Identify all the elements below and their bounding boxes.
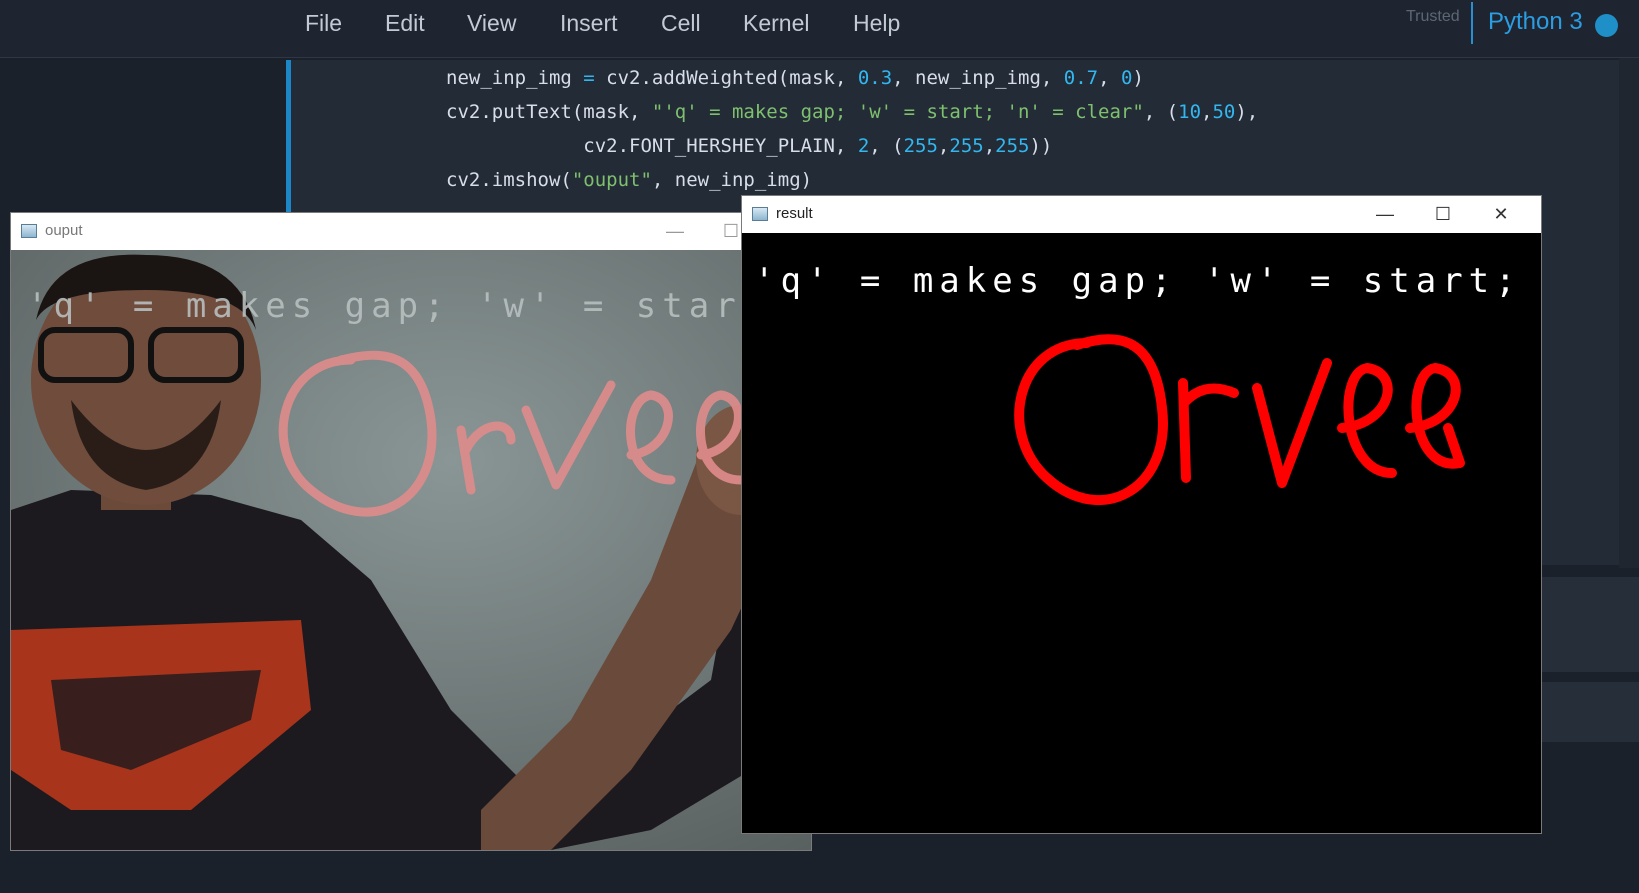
webcam-frame: 'q' = makes gap; 'w' = start; 'n' = clea…: [11, 250, 811, 850]
code-token: ,: [983, 135, 996, 157]
result-canvas: 'q' = makes gap; 'w' = start; 'n' = clea…: [742, 233, 1541, 833]
drawing-stroke: [1014, 334, 1168, 506]
output-area: [1540, 682, 1639, 742]
code-token: , (: [869, 135, 904, 157]
code-token: ,: [937, 135, 950, 157]
code-token: 50: [1212, 101, 1236, 123]
code-token: cv2.FONT_HERSHEY_PLAIN,: [446, 135, 858, 157]
code-token: ),: [1235, 101, 1259, 123]
code-token: , new_inp_img): [651, 169, 813, 191]
code-token: "ouput": [571, 169, 652, 191]
menu-insert[interactable]: Insert: [560, 10, 618, 37]
code-token: )): [1029, 135, 1053, 157]
code-line-1[interactable]: new_inp_img = cv2.addWeighted(mask, 0.3,…: [446, 67, 1144, 89]
code-token: 255: [949, 135, 984, 157]
menu-cell[interactable]: Cell: [661, 10, 701, 37]
webcam-scene: [11, 250, 811, 850]
menu-file[interactable]: File: [305, 10, 342, 37]
code-token: ,: [1098, 67, 1121, 89]
code-line-2[interactable]: cv2.putText(mask, "'q' = makes gap; 'w' …: [446, 101, 1258, 123]
code-token: =: [583, 67, 595, 89]
maximize-icon[interactable]: ☐: [1415, 196, 1471, 233]
kernel-status-icon: [1595, 14, 1618, 37]
close-icon[interactable]: ✕: [1473, 196, 1529, 233]
menu-help[interactable]: Help: [853, 10, 900, 37]
menu-edit[interactable]: Edit: [385, 10, 425, 37]
code-token: 0.7: [1063, 67, 1099, 89]
code-token: 2: [857, 135, 870, 157]
app-window-icon: [752, 207, 768, 221]
code-token: ,: [1201, 101, 1213, 123]
trusted-indicator[interactable]: Trusted: [1406, 8, 1460, 26]
output-window-title: ouput: [45, 222, 83, 239]
kernel-name[interactable]: Python 3: [1488, 8, 1583, 36]
result-window[interactable]: result — ☐ ✕ 'q' = makes gap; 'w' = star…: [741, 195, 1542, 834]
code-line-3[interactable]: cv2.FONT_HERSHEY_PLAIN, 2, (255,255,255)…: [446, 135, 1052, 157]
code-token: , (: [1143, 101, 1179, 123]
result-window-title: result: [776, 205, 813, 222]
notebook-scrollbar[interactable]: [1619, 58, 1639, 568]
drawing-stroke: [1405, 363, 1465, 469]
menu-view[interactable]: View: [467, 10, 516, 37]
minimize-icon[interactable]: —: [647, 213, 703, 250]
code-token: 10: [1178, 101, 1202, 123]
menu-kernel[interactable]: Kernel: [743, 10, 809, 37]
output-area: [1540, 577, 1639, 672]
drawing-stroke: [1178, 378, 1239, 483]
code-token: 0: [1120, 67, 1133, 89]
code-token: ): [1132, 67, 1144, 89]
app-window-icon: [21, 224, 37, 238]
code-token: 255: [995, 135, 1030, 157]
code-token: cv2.addWeighted(mask,: [594, 67, 858, 89]
result-window-titlebar[interactable]: result — ☐ ✕: [742, 196, 1541, 233]
result-drawing: [1014, 334, 1465, 506]
code-token: 255: [903, 135, 938, 157]
output-overlay-text: 'q' = makes gap; 'w' = start; 'n' = clea…: [27, 286, 795, 326]
notebook-menubar: File Edit View Insert Cell Kernel Help T…: [0, 0, 1639, 58]
output-window[interactable]: ouput — ☐ 'q' = makes gap; 'w' = start;: [10, 212, 812, 851]
output-window-titlebar[interactable]: ouput — ☐: [11, 213, 811, 250]
code-token: cv2.putText(mask,: [446, 101, 652, 123]
drawing-stroke: [1252, 358, 1332, 488]
kernel-divider: [1471, 2, 1473, 44]
code-token: "'q' = makes gap; 'w' = start; 'n' = cle…: [651, 101, 1144, 123]
minimize-icon[interactable]: —: [1357, 196, 1413, 233]
drawing-stroke: [1337, 363, 1397, 478]
code-token: cv2.imshow(: [446, 169, 572, 191]
code-line-4[interactable]: cv2.imshow("ouput", new_inp_img): [446, 169, 812, 191]
code-token: new_inp_img: [446, 67, 584, 89]
code-token: 0.3: [857, 67, 893, 89]
code-token: , new_inp_img,: [892, 67, 1064, 89]
